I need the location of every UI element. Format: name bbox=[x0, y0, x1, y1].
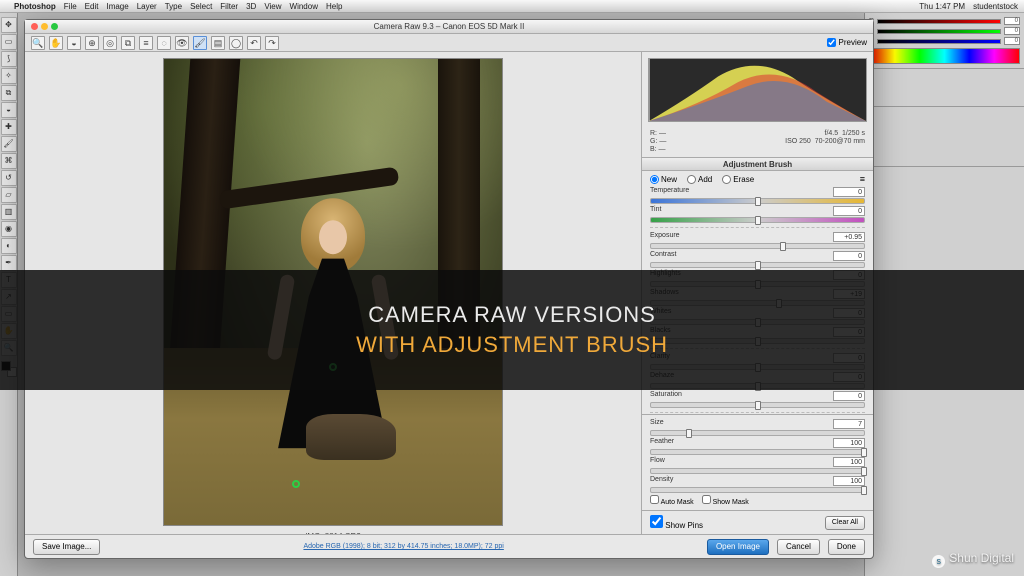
overlay-banner: CAMERA RAW VERSIONS WITH ADJUSTMENT BRUS… bbox=[0, 270, 1024, 390]
panel-menu-icon[interactable]: ≡ bbox=[860, 174, 865, 184]
done-button[interactable]: Done bbox=[828, 539, 865, 555]
menubar-clock: Thu 1:47 PM bbox=[919, 2, 965, 11]
pen-tool-icon[interactable]: ✒ bbox=[1, 255, 17, 271]
g-slider[interactable] bbox=[877, 29, 1001, 34]
menu-3d[interactable]: 3D bbox=[246, 2, 256, 11]
brush-feather-slider[interactable]: Feather100 bbox=[650, 438, 865, 455]
histogram[interactable] bbox=[648, 58, 867, 122]
acr-toolbar: 🔍 ✋ ◒ ⊕ ◎ ⧉ ≡ ◌ 👁 🖌 ▤ ◯ ↶ ↷ Preview bbox=[25, 34, 873, 52]
mask-erase[interactable]: Erase bbox=[722, 175, 754, 184]
maximize-icon[interactable] bbox=[51, 23, 58, 30]
color-sampler-tool-icon[interactable]: ⊕ bbox=[85, 36, 99, 50]
swatches-panel[interactable] bbox=[865, 69, 1024, 107]
mac-menubar: Photoshop File Edit Image Layer Type Sel… bbox=[0, 0, 1024, 13]
r-slider[interactable] bbox=[877, 19, 1001, 24]
menu-layer[interactable]: Layer bbox=[137, 2, 157, 11]
zoom-tool-icon[interactable]: 🔍 bbox=[31, 36, 45, 50]
menu-app-name[interactable]: Photoshop bbox=[14, 2, 56, 11]
radial-filter-tool-icon[interactable]: ◯ bbox=[229, 36, 243, 50]
eraser-tool-icon[interactable]: ▱ bbox=[1, 187, 17, 203]
white-balance-tool-icon[interactable]: ◒ bbox=[67, 36, 81, 50]
hand-tool-icon[interactable]: ✋ bbox=[49, 36, 63, 50]
clear-all-button[interactable]: Clear All bbox=[825, 516, 865, 530]
workflow-link[interactable]: Adobe RGB (1998); 8 bit; 312 by 414.75 i… bbox=[108, 543, 699, 550]
adjustment-brush-panel-title: Adjustment Brush bbox=[642, 157, 873, 171]
auto-mask-checkbox[interactable]: Auto Mask bbox=[650, 495, 694, 506]
open-image-button[interactable]: Open Image bbox=[707, 539, 769, 555]
b-value[interactable]: 0 bbox=[1004, 37, 1020, 45]
move-tool-icon[interactable]: ✥ bbox=[1, 17, 17, 33]
color-spectrum[interactable] bbox=[869, 48, 1020, 64]
acr-titlebar[interactable]: Camera Raw 9.3 – Canon EOS 5D Mark II bbox=[25, 20, 873, 34]
show-mask-checkbox[interactable]: Show Mask bbox=[702, 495, 749, 506]
save-image-button[interactable]: Save Image... bbox=[33, 539, 100, 555]
exposure-slider[interactable]: Exposure+0.95 bbox=[650, 232, 865, 249]
dodge-tool-icon[interactable]: ◐ bbox=[1, 238, 17, 254]
show-pins-checkbox[interactable]: Show Pins bbox=[650, 515, 703, 530]
menu-help[interactable]: Help bbox=[326, 2, 342, 11]
rotate-cw-icon[interactable]: ↷ bbox=[265, 36, 279, 50]
mask-mode-row: New Add Erase ≡ bbox=[642, 171, 873, 187]
blur-tool-icon[interactable]: ◉ bbox=[1, 221, 17, 237]
menu-select[interactable]: Select bbox=[190, 2, 212, 11]
menu-edit[interactable]: Edit bbox=[85, 2, 99, 11]
marquee-tool-icon[interactable]: ▭ bbox=[1, 34, 17, 50]
minimize-icon[interactable] bbox=[41, 23, 48, 30]
preview-checkbox[interactable] bbox=[827, 38, 836, 47]
straighten-tool-icon[interactable]: ≡ bbox=[139, 36, 153, 50]
menu-view[interactable]: View bbox=[264, 2, 281, 11]
heal-tool-icon[interactable]: ✚ bbox=[1, 119, 17, 135]
banner-line-1: CAMERA RAW VERSIONS bbox=[368, 302, 656, 328]
cancel-button[interactable]: Cancel bbox=[777, 539, 820, 555]
rotate-ccw-icon[interactable]: ↶ bbox=[247, 36, 261, 50]
adjustment-brush-tool-icon[interactable]: 🖌 bbox=[193, 36, 207, 50]
history-brush-icon[interactable]: ↺ bbox=[1, 170, 17, 186]
g-value[interactable]: 0 bbox=[1004, 27, 1020, 35]
acr-footer: Save Image... Adobe RGB (1998); 8 bit; 3… bbox=[25, 534, 873, 558]
targeted-adjustment-tool-icon[interactable]: ◎ bbox=[103, 36, 117, 50]
banner-line-2: WITH ADJUSTMENT BRUSH bbox=[356, 332, 668, 358]
brush-settings: Size7 Feather100 Flow100 Density100 bbox=[642, 414, 873, 510]
saturation-slider[interactable]: Saturation0 bbox=[650, 391, 865, 408]
mask-add[interactable]: Add bbox=[687, 175, 712, 184]
menu-window[interactable]: Window bbox=[290, 2, 318, 11]
lasso-tool-icon[interactable]: ⟆ bbox=[1, 51, 17, 67]
spot-removal-tool-icon[interactable]: ◌ bbox=[157, 36, 171, 50]
menu-type[interactable]: Type bbox=[165, 2, 182, 11]
b-slider[interactable] bbox=[877, 39, 1001, 44]
gradient-tool-icon[interactable]: ▥ bbox=[1, 204, 17, 220]
brush-flow-slider[interactable]: Flow100 bbox=[650, 457, 865, 474]
r-value[interactable]: 0 bbox=[1004, 17, 1020, 25]
contrast-slider[interactable]: Contrast0 bbox=[650, 251, 865, 268]
preview-toggle[interactable]: Preview bbox=[827, 38, 867, 47]
wand-tool-icon[interactable]: ✧ bbox=[1, 68, 17, 84]
crop-tool-icon[interactable]: ⧉ bbox=[121, 36, 135, 50]
exif-readout: R: —G: —B: — f/4.5 1/250 s ISO 250 70-20… bbox=[642, 128, 873, 157]
menu-file[interactable]: File bbox=[64, 2, 77, 11]
watermark-icon: s bbox=[932, 555, 945, 568]
acr-title: Camera Raw 9.3 – Canon EOS 5D Mark II bbox=[374, 22, 525, 31]
menu-image[interactable]: Image bbox=[106, 2, 128, 11]
close-icon[interactable] bbox=[31, 23, 38, 30]
menu-filter[interactable]: Filter bbox=[220, 2, 238, 11]
menubar-user[interactable]: studentstock bbox=[973, 2, 1018, 11]
stamp-tool-icon[interactable]: ⌘ bbox=[1, 153, 17, 169]
graduated-filter-tool-icon[interactable]: ▤ bbox=[211, 36, 225, 50]
brush-tool-icon[interactable]: 🖌 bbox=[1, 136, 17, 152]
adjustments-panel[interactable] bbox=[865, 107, 1024, 167]
crop-tool-icon[interactable]: ⧉ bbox=[1, 85, 17, 101]
red-eye-tool-icon[interactable]: 👁 bbox=[175, 36, 189, 50]
color-panel: R0 G0 B0 bbox=[865, 13, 1024, 69]
brush-density-slider[interactable]: Density100 bbox=[650, 476, 865, 493]
brush-size-slider[interactable]: Size7 bbox=[650, 419, 865, 436]
watermark: sShun Digital bbox=[932, 551, 1014, 568]
temperature-slider[interactable]: Temperature0 bbox=[650, 187, 865, 204]
pins-row: Show Pins Clear All bbox=[642, 510, 873, 534]
mask-new[interactable]: New bbox=[650, 175, 677, 184]
tint-slider[interactable]: Tint0 bbox=[650, 206, 865, 223]
eyedropper-tool-icon[interactable]: ◒ bbox=[1, 102, 17, 118]
